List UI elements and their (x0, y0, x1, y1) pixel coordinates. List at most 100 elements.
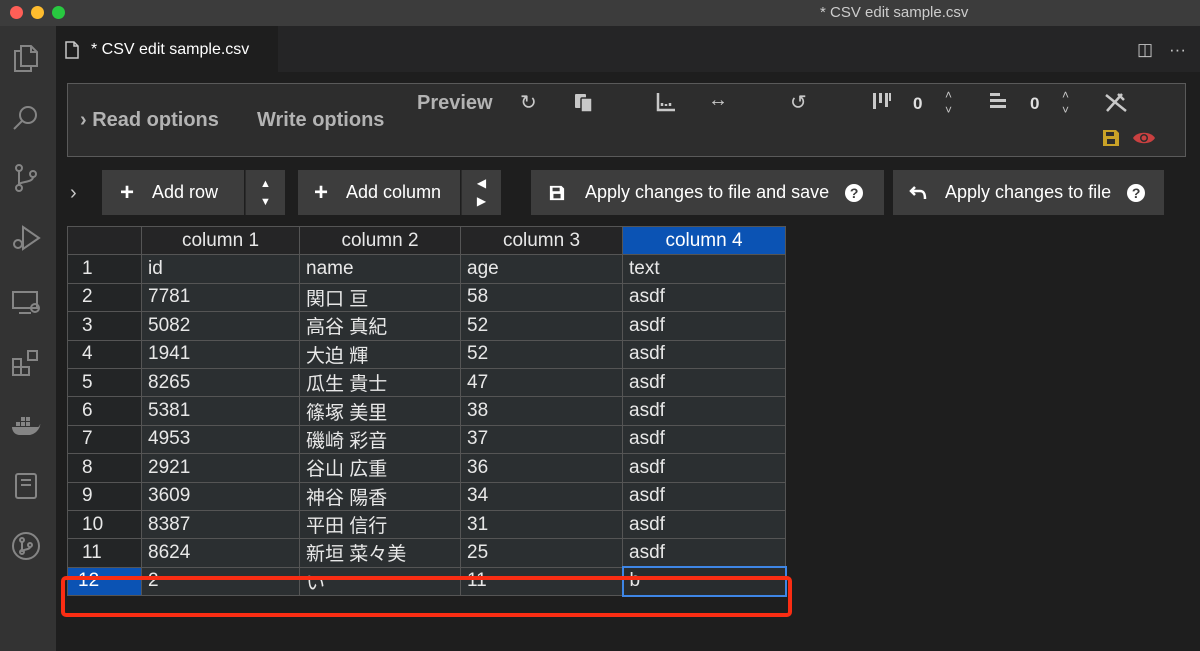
table-cell[interactable]: 神谷 陽香 (299, 481, 461, 511)
ruler-icon[interactable] (655, 91, 677, 119)
remote-explorer-icon[interactable] (10, 286, 42, 318)
table-cell[interactable]: asdf (622, 481, 786, 511)
explorer-icon[interactable] (10, 42, 42, 74)
more-actions-icon[interactable]: ··· (1169, 40, 1186, 59)
reload-icon[interactable]: ↻ (520, 90, 537, 115)
table-cell[interactable]: 31 (460, 509, 623, 540)
table-cell[interactable]: 8387 (141, 509, 300, 540)
tab-csv-edit[interactable]: * CSV edit sample.csv (56, 26, 278, 72)
table-cell[interactable]: asdf (622, 424, 786, 455)
table-cell[interactable]: 8624 (141, 538, 300, 568)
fixed-rows-decrement[interactable]: ˅ (1062, 104, 1069, 116)
apply-and-save-button[interactable]: Apply changes to file and save ? (531, 170, 884, 215)
eye-icon[interactable] (1132, 129, 1156, 153)
add-row-position-toggle[interactable]: ▲ ▼ (245, 170, 285, 215)
fixed-rows-icon[interactable] (988, 91, 1008, 117)
column-header-selected[interactable]: column 4 (622, 225, 786, 256)
table-cell[interactable]: 高谷 真紀 (299, 311, 461, 341)
table-cell[interactable]: asdf (622, 339, 786, 369)
search-icon[interactable] (10, 102, 42, 134)
docker-icon[interactable] (10, 410, 42, 442)
expand-chevron-icon[interactable]: › (70, 182, 77, 205)
minimize-window-button[interactable] (31, 6, 44, 19)
table-cell[interactable]: 37 (460, 424, 623, 455)
table-cell[interactable]: 1941 (141, 339, 300, 369)
corner-cell[interactable] (67, 225, 142, 256)
table-cell[interactable]: 篠塚 美里 (299, 396, 461, 426)
row-number[interactable]: 4 (67, 339, 142, 369)
row-number[interactable]: 2 (67, 282, 142, 313)
help-icon[interactable]: ? (845, 183, 864, 202)
fixed-columns-icon[interactable] (872, 91, 892, 117)
table-cell[interactable]: 52 (460, 339, 623, 369)
save-icon[interactable] (1102, 129, 1120, 153)
zoom-window-button[interactable] (52, 6, 65, 19)
table-cell[interactable]: asdf (622, 396, 786, 426)
fixed-columns-increment[interactable]: ˄ (945, 89, 952, 101)
row-number[interactable]: 3 (67, 311, 142, 341)
table-cell[interactable]: asdf (622, 538, 786, 568)
row-number[interactable]: 6 (67, 396, 142, 426)
table-cell[interactable]: 38 (460, 396, 623, 426)
row-number[interactable]: 1 (67, 254, 142, 284)
table-cell[interactable]: 52 (460, 311, 623, 341)
fixed-rows-increment[interactable]: ˄ (1062, 89, 1069, 101)
table-cell[interactable]: 新垣 菜々美 (299, 538, 461, 568)
add-column-position-toggle[interactable]: ◀ ▶ (461, 170, 501, 215)
split-editor-icon[interactable]: ◫ (1137, 40, 1153, 59)
table-cell[interactable]: 平田 信行 (299, 509, 461, 540)
table-cell[interactable]: 47 (460, 367, 623, 398)
run-debug-icon[interactable] (10, 222, 42, 254)
help-icon[interactable]: ? (1127, 183, 1146, 202)
table-cell[interactable]: い (299, 566, 461, 597)
table-cell[interactable]: 7781 (141, 282, 300, 313)
row-number[interactable]: 12 (67, 566, 142, 597)
table-cell[interactable]: 大迫 輝 (299, 339, 461, 369)
table-cell[interactable]: 58 (460, 282, 623, 313)
table-cell[interactable]: 4953 (141, 424, 300, 455)
read-options-toggle[interactable]: › Read options (80, 109, 219, 132)
notebook-icon[interactable] (10, 470, 42, 502)
table-cell[interactable]: 磯崎 彩音 (299, 424, 461, 455)
fixed-columns-decrement[interactable]: ˅ (945, 104, 952, 116)
row-number[interactable]: 11 (67, 538, 142, 568)
table-cell[interactable]: 11 (460, 566, 623, 597)
table-cell[interactable]: 5381 (141, 396, 300, 426)
column-header[interactable]: column 3 (460, 225, 623, 256)
table-cell[interactable]: id (141, 254, 300, 284)
table-cell[interactable]: asdf (622, 311, 786, 341)
table-cell[interactable]: 瓜生 貴士 (299, 367, 461, 398)
table-cell[interactable]: age (460, 254, 623, 284)
write-options-toggle[interactable]: Write options (257, 109, 384, 132)
sync-icon[interactable]: ↺ (790, 90, 807, 115)
row-number[interactable]: 10 (67, 509, 142, 540)
table-cell[interactable]: 5082 (141, 311, 300, 341)
column-header[interactable]: column 2 (299, 225, 461, 256)
table-cell[interactable]: 8265 (141, 367, 300, 398)
table-cell[interactable]: asdf (622, 282, 786, 313)
source-control-icon[interactable] (10, 162, 42, 194)
row-number[interactable]: 8 (67, 453, 142, 483)
row-number[interactable]: 5 (67, 367, 142, 398)
table-cell[interactable]: asdf (622, 453, 786, 483)
row-number[interactable]: 9 (67, 481, 142, 511)
table-cell[interactable]: b (621, 566, 787, 597)
column-header[interactable]: column 1 (141, 225, 300, 256)
table-cell[interactable]: 関口 亘 (299, 282, 461, 313)
table-cell[interactable]: 谷山 広重 (299, 453, 461, 483)
table-cell[interactable]: 25 (460, 538, 623, 568)
table-cell[interactable]: asdf (622, 509, 786, 540)
resize-horizontal-icon[interactable]: ↔ (708, 89, 728, 112)
extensions-icon[interactable] (10, 348, 42, 380)
table-cell[interactable]: 3609 (141, 481, 300, 511)
table-cell[interactable]: 36 (460, 453, 623, 483)
apply-changes-button[interactable]: Apply changes to file ? (893, 170, 1164, 215)
table-cell[interactable]: 2921 (141, 453, 300, 483)
preview-toggle[interactable]: Preview (417, 92, 493, 115)
table-cell[interactable]: 2 (141, 566, 300, 597)
table-cell[interactable]: 34 (460, 481, 623, 511)
git-graph-icon[interactable] (10, 530, 42, 562)
close-window-button[interactable] (10, 6, 23, 19)
table-cell[interactable]: asdf (622, 367, 786, 398)
row-number[interactable]: 7 (67, 424, 142, 455)
